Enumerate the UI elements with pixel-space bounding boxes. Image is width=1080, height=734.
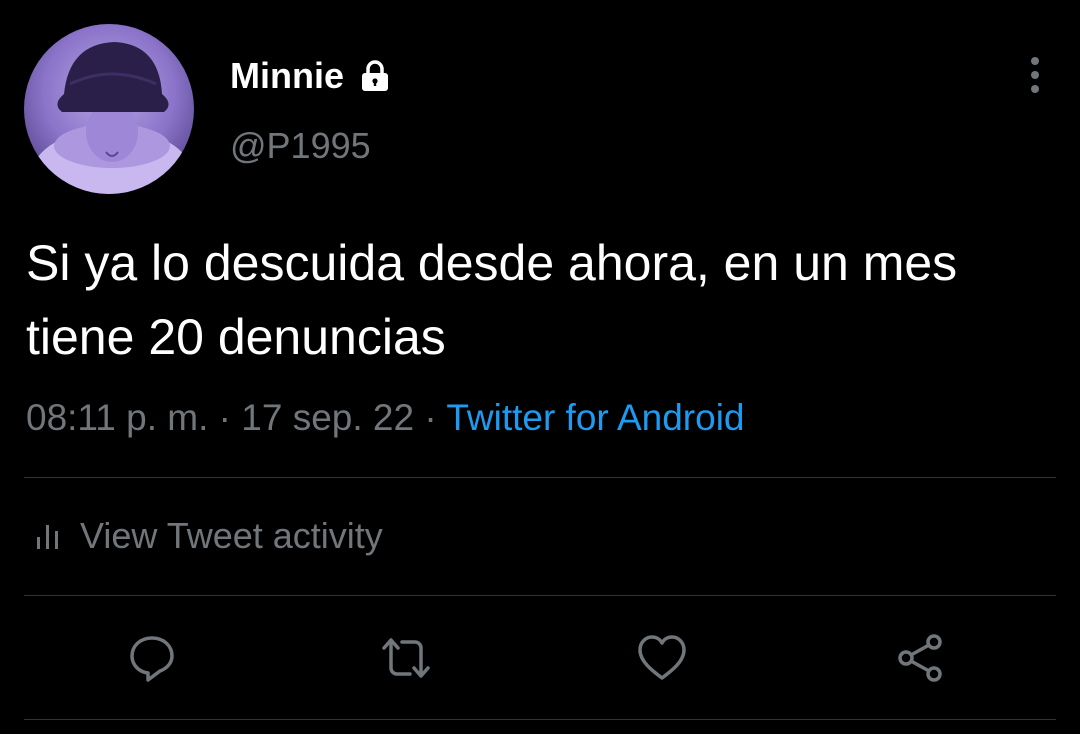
meta-separator: · xyxy=(424,397,437,438)
display-name-row[interactable]: Minnie xyxy=(230,56,392,96)
reply-icon[interactable] xyxy=(126,632,178,684)
view-activity-label: View Tweet activity xyxy=(80,515,383,556)
avatar-image xyxy=(24,24,194,194)
bar-chart-icon xyxy=(37,525,58,549)
lock-icon xyxy=(362,60,388,91)
tweet-meta: 08:11 p. m. · 17 sep. 22 · Twitter for A… xyxy=(26,396,745,440)
heart-icon[interactable] xyxy=(636,632,688,684)
retweet-icon[interactable] xyxy=(380,632,432,684)
more-options-icon[interactable] xyxy=(1018,54,1052,98)
divider xyxy=(24,595,1056,596)
divider xyxy=(24,719,1056,720)
avatar[interactable] xyxy=(24,24,194,194)
tweet-detail: Minnie @P1995 Si ya lo descuida desde ah… xyxy=(0,0,1080,734)
view-activity-button[interactable]: View Tweet activity xyxy=(34,514,383,558)
share-icon[interactable] xyxy=(894,632,946,684)
display-name[interactable]: Minnie xyxy=(230,56,344,96)
tweet-source-link[interactable]: Twitter for Android xyxy=(446,397,744,438)
tweet-text: Si ya lo descuida desde ahora, en un mes… xyxy=(26,235,958,365)
tweet-time: 08:11 p. m. xyxy=(26,397,209,438)
user-handle[interactable]: @P1995 xyxy=(230,126,371,166)
tweet-date: 17 sep. 22 xyxy=(241,397,415,438)
meta-separator: · xyxy=(218,397,231,438)
divider xyxy=(24,477,1056,478)
